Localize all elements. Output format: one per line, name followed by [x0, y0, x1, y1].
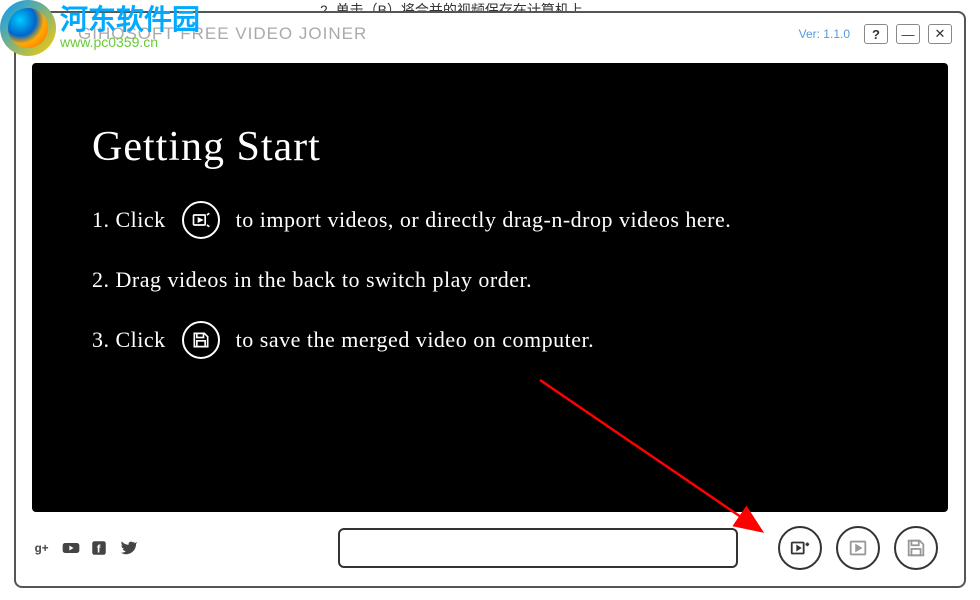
- instruction-step-1: 1. Click to import videos, or directly d…: [92, 201, 898, 239]
- instruction-step-2: 2. Drag videos in the back to switch pla…: [92, 267, 898, 293]
- save-icon: [182, 321, 220, 359]
- save-button[interactable]: [894, 526, 938, 570]
- watermark-logo: 河东软件园 www.pc0359.cn: [0, 0, 200, 56]
- step3-suffix: to save the merged video on computer.: [236, 327, 594, 353]
- facebook-icon[interactable]: f: [88, 537, 110, 559]
- version-label: Ver: 1.1.0: [799, 27, 850, 41]
- twitter-icon[interactable]: [116, 537, 138, 559]
- watermark-icon: [0, 0, 56, 56]
- bottom-bar: g+ f: [32, 524, 948, 572]
- youtube-icon[interactable]: [60, 537, 82, 559]
- svg-text:g+: g+: [35, 542, 49, 555]
- watermark-url: www.pc0359.cn: [60, 34, 200, 51]
- watermark-cn-text: 河东软件园: [60, 6, 200, 34]
- app-window: GIHOSOFT FREE VIDEO JOINER Ver: 1.1.0 ? …: [14, 11, 966, 588]
- step1-prefix: 1. Click: [92, 207, 166, 233]
- import-video-icon: [182, 201, 220, 239]
- play-button[interactable]: [836, 526, 880, 570]
- step1-suffix: to import videos, or directly drag-n-dro…: [236, 207, 732, 233]
- social-icons: g+ f: [32, 537, 138, 559]
- close-button[interactable]: ✕: [928, 24, 952, 44]
- help-button[interactable]: ?: [864, 24, 888, 44]
- action-buttons: [778, 526, 938, 570]
- step2-text: 2. Drag videos in the back to switch pla…: [92, 267, 532, 293]
- timeline-box[interactable]: [338, 528, 738, 568]
- gplus-icon[interactable]: g+: [32, 537, 54, 559]
- heading: Getting Start: [92, 123, 898, 171]
- main-content-area[interactable]: Getting Start 1. Click to import videos,…: [32, 63, 948, 512]
- instruction-step-3: 3. Click to save the merged video on com…: [92, 321, 898, 359]
- svg-text:f: f: [97, 544, 101, 556]
- minimize-button[interactable]: —: [896, 24, 920, 44]
- step3-prefix: 3. Click: [92, 327, 166, 353]
- import-button[interactable]: [778, 526, 822, 570]
